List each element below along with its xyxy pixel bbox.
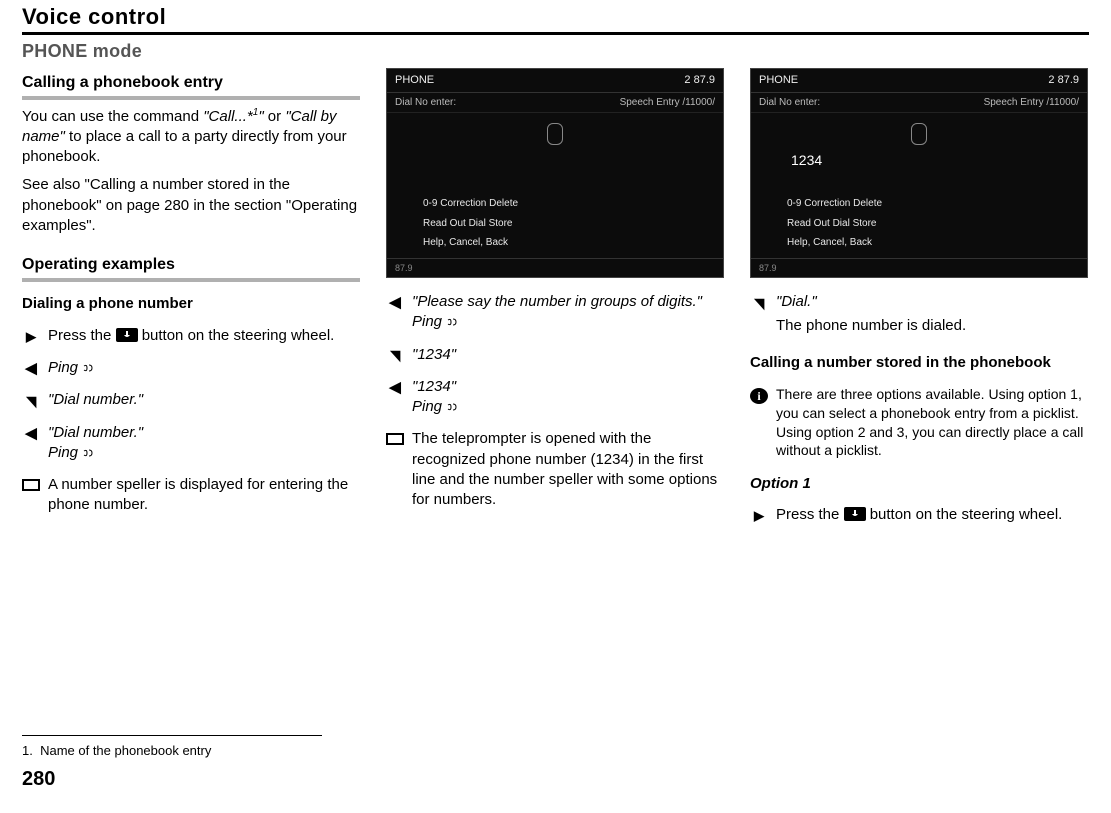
intro-paragraph: You can use the command "Call...*1" or "…	[22, 106, 360, 168]
speaker-icon	[22, 360, 40, 378]
sound-wave-icon	[82, 447, 94, 459]
column-2: PHONE 2 87.9 Dial No enter: Speech Entry…	[386, 68, 724, 793]
step-echo-dial-number: "Dial number." Ping	[22, 423, 360, 464]
echo-text: "Dial number." Ping	[48, 423, 360, 464]
ss-top-bar: PHONE 2 87.9	[751, 69, 1087, 93]
speaker-icon	[22, 425, 40, 443]
text: You can use the command	[22, 108, 203, 125]
ss-line-2: Read Out Dial Store	[787, 217, 1077, 231]
ss-line-1: 0-9 Correction Delete	[423, 197, 713, 211]
device-screenshot-2: PHONE 2 87.9 Dial No enter: Speech Entry…	[750, 68, 1088, 278]
ss-line-3: Help, Cancel, Back	[787, 236, 1077, 250]
triangle-icon	[22, 328, 40, 346]
column-3: PHONE 2 87.9 Dial No enter: Speech Entry…	[750, 68, 1088, 793]
step-say-1234: "1234"	[386, 345, 724, 365]
title-rule	[22, 32, 1089, 35]
ss-foot: 87.9	[387, 258, 723, 277]
step-press-button: Press the button on the steering wheel.	[22, 326, 360, 346]
device-screenshot-1: PHONE 2 87.9 Dial No enter: Speech Entry…	[386, 68, 724, 278]
text: to place a call to a party directly from…	[22, 128, 347, 165]
sound-wave-icon	[82, 362, 94, 374]
page: Voice control PHONE mode Calling a phone…	[0, 0, 1111, 813]
ss-mode: PHONE	[395, 73, 434, 88]
say-1234: "1234"	[412, 345, 724, 365]
step-text: Press the button on the steering wheel.	[776, 505, 1088, 525]
mode-title: PHONE mode	[22, 41, 1089, 62]
step-press-button-2: Press the button on the steering wheel.	[750, 505, 1088, 525]
ss-body: 1234 0-9 Correction Delete Read Out Dial…	[751, 113, 1087, 258]
page-number: 280	[22, 766, 360, 793]
ss-mode: PHONE	[759, 73, 798, 88]
spacer-icon	[750, 318, 768, 336]
step-number-speller: A number speller is displayed for enteri…	[22, 475, 360, 516]
speaker-icon	[386, 294, 404, 312]
ss-sub-right: Speech Entry /11000/	[984, 96, 1079, 110]
microphone-icon	[22, 392, 40, 410]
command-call: "Call...*1"	[203, 108, 263, 125]
step-teleprompter: The teleprompter is opened with the reco…	[386, 429, 724, 510]
sound-wave-icon	[446, 401, 458, 413]
ss-foot-text: 87.9	[395, 262, 413, 274]
ss-sub-bar: Dial No enter: Speech Entry /11000/	[387, 93, 723, 114]
microphone-icon	[386, 347, 404, 365]
step-echo-1234: "1234" Ping	[386, 377, 724, 418]
sound-wave-icon	[446, 316, 458, 328]
ss-foot: 87.9	[751, 258, 1087, 277]
teleprompter-text: The teleprompter is opened with the reco…	[412, 429, 724, 510]
footnote-text: Name of the phonebook entry	[40, 743, 211, 758]
step-say-dial-number: "Dial number."	[22, 390, 360, 410]
echo-1234: "1234" Ping	[412, 377, 724, 418]
square-icon	[22, 479, 40, 491]
columns: Calling a phonebook entry You can use th…	[22, 68, 1089, 793]
ss-top-bar: PHONE 2 87.9	[387, 69, 723, 93]
subhead-calling-stored: Calling a number stored in the phonebook	[750, 353, 1088, 373]
info-note: There are three options available. Using…	[750, 385, 1088, 461]
entered-number: 1234	[791, 151, 822, 170]
ss-sub-left: Dial No enter:	[759, 96, 820, 110]
voice-button-icon	[844, 507, 866, 521]
mic-icon	[547, 123, 563, 145]
step-dial-result: The phone number is dialed.	[750, 316, 1088, 336]
info-text: There are three options available. Using…	[776, 385, 1088, 461]
footnote-num: 1.	[22, 743, 33, 758]
square-icon	[386, 433, 404, 445]
see-also-paragraph: See also "Calling a number stored in the…	[22, 175, 360, 236]
ss-freq: 2 87.9	[684, 73, 715, 88]
step-say-dial: "Dial."	[750, 292, 1088, 312]
step-ping: Ping	[22, 358, 360, 378]
ss-sub-left: Dial No enter:	[395, 96, 456, 110]
page-title: Voice control	[22, 0, 1089, 30]
triangle-icon	[750, 507, 768, 525]
say-text: "Dial number."	[48, 390, 360, 410]
option-1-title: Option 1	[750, 474, 1088, 494]
step-text: Press the button on the steering wheel.	[48, 326, 360, 346]
ss-line-3: Help, Cancel, Back	[423, 236, 713, 250]
microphone-icon	[750, 294, 768, 312]
subhead-dialing-number: Dialing a phone number	[22, 294, 360, 314]
dial-result: The phone number is dialed.	[776, 316, 1088, 336]
footnote: 1. Name of the phonebook entry	[22, 742, 360, 760]
info-icon	[750, 388, 768, 404]
section-title-operating-examples: Operating examples	[22, 254, 360, 282]
ss-line-1: 0-9 Correction Delete	[787, 197, 1077, 211]
speaker-icon	[386, 379, 404, 397]
say-dial: "Dial."	[776, 292, 1088, 312]
voice-button-icon	[116, 328, 138, 342]
ss-line-2: Read Out Dial Store	[423, 217, 713, 231]
ping-text: Ping	[48, 358, 360, 378]
footnote-rule	[22, 735, 322, 736]
prompt-text: "Please say the number in groups of digi…	[412, 292, 724, 333]
ss-sub-bar: Dial No enter: Speech Entry /11000/	[751, 93, 1087, 114]
ss-foot-text: 87.9	[759, 262, 777, 274]
ss-body: 0-9 Correction Delete Read Out Dial Stor…	[387, 113, 723, 258]
ss-freq: 2 87.9	[1048, 73, 1079, 88]
ss-sub-right: Speech Entry /11000/	[620, 96, 715, 110]
mic-icon	[911, 123, 927, 145]
section-title-calling-entry: Calling a phonebook entry	[22, 72, 360, 100]
text: or	[264, 108, 286, 125]
column-1: Calling a phonebook entry You can use th…	[22, 68, 360, 793]
step-say-groups: "Please say the number in groups of digi…	[386, 292, 724, 333]
step-text: A number speller is displayed for enteri…	[48, 475, 360, 516]
